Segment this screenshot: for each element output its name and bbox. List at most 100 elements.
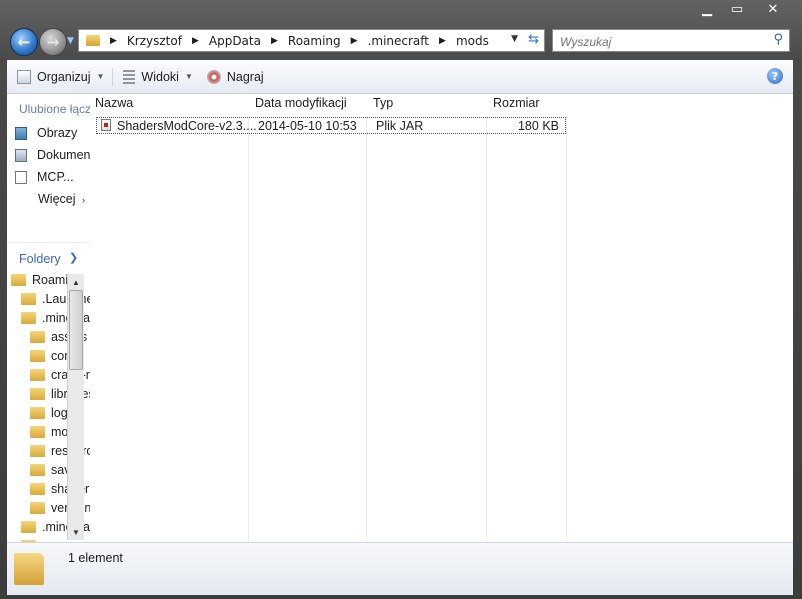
maximize-button[interactable]: ▭ [722, 0, 752, 18]
chevron-down-icon: ▼ [184, 72, 193, 81]
folder-icon [30, 425, 45, 438]
caption-buttons: ▁ ▭ ✕ [692, 0, 794, 18]
favorites-header: Ulubione łącza [19, 102, 90, 116]
table-row[interactable]: ShadersModCore-v2.3.... 2014-05-10 10:53… [96, 117, 566, 134]
pane-divider [7, 242, 90, 243]
details-pane: 1 element [7, 542, 793, 595]
scrollbar-thumb[interactable] [69, 290, 83, 370]
column-header-name[interactable]: Nazwa [95, 96, 133, 110]
views-button[interactable]: Widoki ▼ [119, 66, 196, 88]
breadcrumb-root-chevron[interactable]: ▶ [106, 36, 127, 46]
column-header-size[interactable]: Rozmiar [493, 96, 540, 110]
refresh-icon[interactable]: ⇆ [528, 32, 539, 47]
column-divider [248, 116, 249, 542]
organize-icon [17, 69, 31, 84]
chevron-right-icon: ▶ [191, 35, 199, 46]
column-header-date[interactable]: Data modyfikacji [255, 96, 347, 110]
favorite-label: Dokumenty [37, 148, 90, 162]
folder-icon [30, 330, 45, 343]
folder-icon [30, 501, 45, 514]
breadcrumb-item-current[interactable]: mods [456, 34, 489, 48]
title-bar: ▁ ▭ ✕ [0, 0, 802, 22]
folder-icon [30, 482, 45, 495]
folder-icon [11, 273, 26, 286]
chevron-down-icon[interactable]: ❯ [69, 251, 78, 264]
views-icon [123, 69, 136, 84]
minimize-button[interactable]: ▁ [692, 0, 722, 18]
chevron-right-icon: ▶ [110, 35, 117, 46]
chevron-right-icon: › [82, 195, 85, 205]
forward-arrow-icon: → [46, 33, 60, 51]
item-count: 1 element [68, 551, 123, 565]
breadcrumb-label: AppData [208, 33, 261, 48]
folder-icon [86, 35, 100, 46]
breadcrumb-item[interactable]: Roaming ▶ [288, 34, 368, 48]
chevron-right-icon: ▶ [350, 35, 358, 46]
file-name: ShadersModCore-v2.3.... [117, 119, 257, 133]
favorite-item-mcp[interactable]: MCP... [15, 170, 74, 184]
burn-disc-icon [206, 69, 221, 84]
help-button[interactable]: ? [767, 68, 783, 84]
explorer-window: ▁ ▭ ✕ ← → ▼ ▶ Krzysztof ▶ AppData ▶ Roamin… [0, 0, 802, 599]
explorer-content: Organizuj ▼ Widoki ▼ Nagraj ? Ulubione ł… [7, 60, 793, 595]
documents-icon [15, 148, 27, 162]
breadcrumb-label: Krzysztof [126, 33, 182, 48]
command-bar: Organizuj ▼ Widoki ▼ Nagraj ? [7, 60, 793, 94]
back-button[interactable]: ← [10, 28, 38, 56]
breadcrumb-label: Roaming [287, 33, 341, 48]
favorite-label: MCP... [37, 170, 74, 184]
file-size: 180 KB [517, 119, 559, 133]
breadcrumb-item[interactable]: Krzysztof ▶ [127, 34, 209, 48]
pictures-icon [15, 126, 27, 140]
recent-pages-dropdown[interactable]: ▼ [67, 36, 74, 46]
search-box[interactable]: ⚲ [552, 29, 790, 52]
address-dropdown-icon[interactable]: ▼ [511, 34, 518, 44]
chevron-right-icon: ▶ [439, 35, 446, 46]
folder-icon [30, 444, 45, 457]
views-label: Widoki [141, 69, 179, 84]
scroll-down-arrow-icon[interactable]: ▼ [68, 525, 84, 539]
file-name-cell: ShadersModCore-v2.3.... [101, 119, 257, 133]
column-divider [366, 116, 367, 542]
search-icon[interactable]: ⚲ [773, 32, 783, 47]
tree-scrollbar[interactable]: ▲ ▼ [67, 274, 84, 540]
burn-button[interactable]: Nagraj [203, 66, 268, 88]
favorite-item-documents[interactable]: Dokumenty [15, 148, 90, 162]
breadcrumb-label: mods [455, 33, 489, 48]
column-header-type[interactable]: Typ [373, 96, 393, 110]
chevron-right-icon: ▶ [270, 35, 278, 46]
mcp-file-icon [15, 170, 27, 184]
folder-icon [30, 368, 45, 381]
favorite-label: Obrazy [37, 126, 78, 140]
breadcrumb-item[interactable]: .minecraft ▶ [368, 34, 456, 48]
folder-icon [30, 406, 45, 419]
help-icon: ? [771, 69, 779, 83]
address-bar[interactable]: ▶ Krzysztof ▶ AppData ▶ Roaming ▶ .minecraf… [78, 29, 545, 52]
folder-icon [30, 463, 45, 476]
breadcrumb-item[interactable]: AppData ▶ [209, 34, 288, 48]
more-favorites-link[interactable]: Więcej › [38, 192, 85, 206]
folders-header[interactable]: Foldery [19, 252, 61, 266]
organize-label: Organizuj [37, 69, 91, 84]
toolbar-divider [112, 67, 114, 86]
column-divider [486, 116, 487, 542]
column-divider [566, 116, 567, 542]
file-date: 2014-05-10 10:53 [258, 119, 357, 133]
more-label: Więcej [38, 192, 76, 206]
folder-icon [21, 292, 36, 305]
search-input[interactable] [558, 31, 762, 52]
organize-button[interactable]: Organizuj ▼ [13, 66, 108, 88]
breadcrumb-label: .minecraft [367, 33, 430, 48]
folder-large-icon [14, 553, 44, 585]
favorite-item-pictures[interactable]: Obrazy [15, 126, 77, 140]
close-button[interactable]: ✕ [752, 0, 794, 18]
folder-icon [21, 520, 36, 533]
navigation-bar: ← → ▼ ▶ Krzysztof ▶ AppData ▶ Roaming ▶ .mi… [0, 24, 802, 60]
file-list: Nazwa Data modyfikacji Typ Rozmiar Shade… [92, 94, 793, 542]
forward-button[interactable]: → [39, 28, 67, 56]
burn-label: Nagraj [226, 69, 264, 84]
file-type: Plik JAR [376, 119, 424, 133]
back-arrow-icon: ← [17, 33, 31, 51]
scroll-up-arrow-icon[interactable]: ▲ [68, 275, 84, 289]
folder-icon [21, 311, 36, 324]
